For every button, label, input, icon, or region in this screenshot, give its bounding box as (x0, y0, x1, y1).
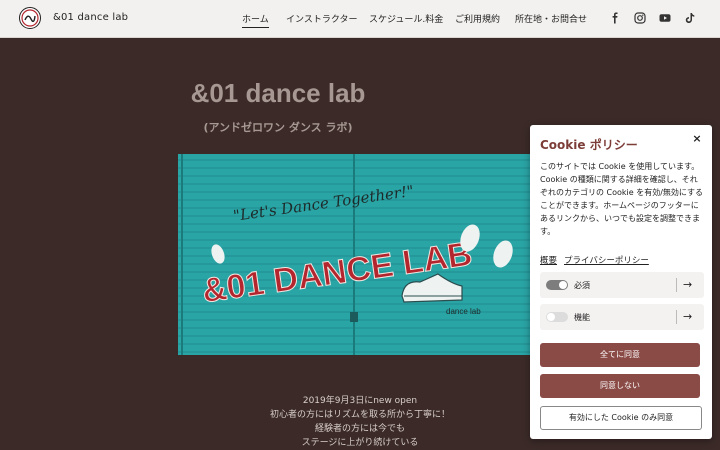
functional-toggle[interactable] (546, 312, 568, 322)
nav-schedule[interactable]: スケジュール.料金 (369, 12, 443, 25)
hero-title: &01 dance lab (190, 78, 366, 108)
row-divider (676, 310, 677, 324)
required-toggle[interactable] (546, 280, 568, 290)
arrow-right-icon[interactable]: → (683, 310, 692, 324)
tiktok-icon[interactable] (684, 12, 696, 24)
nav-instructor[interactable]: インストラクター (286, 12, 357, 25)
accept-selected-button[interactable]: 有効にした Cookie のみ同意 (540, 406, 702, 430)
facebook-icon[interactable] (609, 12, 621, 24)
cookie-category-required[interactable]: 必須 → (540, 272, 704, 298)
toggle-label: 機能 (574, 313, 590, 322)
privacy-policy-link[interactable]: プライバシーポリシー (564, 254, 649, 266)
brand-name[interactable]: &01 dance lab (53, 12, 128, 23)
cookie-title: Cookie ポリシー (540, 138, 638, 152)
hero-shutter-image: "Let's Dance Together!" &01 DANCE LAB da… (178, 154, 538, 355)
cookie-policy-panel: Cookie ポリシー × このサイトでは Cookie を使用しています。Co… (530, 125, 712, 439)
toggle-label: 必須 (574, 281, 590, 290)
nav-terms[interactable]: ご利用規約 (455, 12, 500, 25)
site-header: &01 dance lab ホーム インストラクター スケジュール.料金 ご利用… (0, 0, 720, 38)
nav-home[interactable]: ホーム (242, 12, 269, 28)
accept-all-button[interactable]: 全てに同意 (540, 343, 700, 367)
row-divider (676, 278, 677, 292)
youtube-icon[interactable] (659, 12, 671, 24)
cookie-category-functional[interactable]: 機能 → (540, 304, 704, 330)
cookie-description: このサイトでは Cookie を使用しています。Cookie の種類に関する詳細… (540, 162, 704, 236)
close-icon[interactable]: × (690, 132, 704, 146)
hero-subtitle: (アンドゼロワン ダンス ラボ) (203, 121, 353, 134)
shutter-small-text: dance lab (446, 307, 481, 316)
decline-button[interactable]: 同意しない (540, 374, 700, 398)
nav-access-contact[interactable]: 所在地・お問合せ (515, 12, 587, 25)
instagram-icon[interactable] (634, 12, 646, 24)
cookie-overview-link[interactable]: 概要 (540, 254, 557, 266)
arrow-right-icon[interactable]: → (683, 278, 692, 292)
site-logo[interactable] (19, 7, 41, 29)
